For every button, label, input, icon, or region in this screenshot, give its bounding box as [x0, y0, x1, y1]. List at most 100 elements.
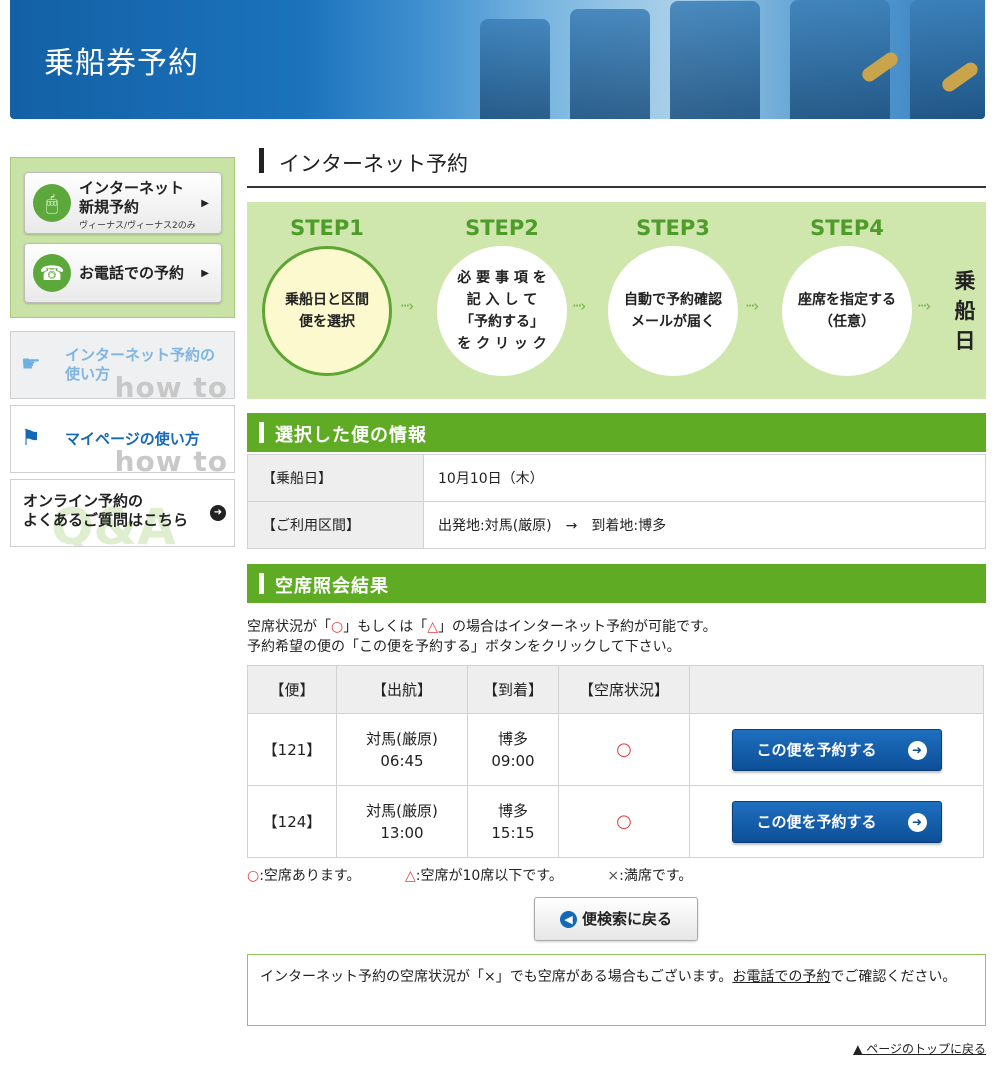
mouse-icon: 🖱	[33, 184, 71, 222]
reserve-flight-button[interactable]: この便を予約する ➜	[731, 728, 942, 771]
table-row: 【121】 対馬(厳原) 06:45 博多 09:00 ○ この便を予約する ➜	[247, 713, 984, 786]
step4-label: STEP4	[810, 216, 884, 240]
step2-text: 必 要 事 項 を	[457, 270, 547, 286]
page-title-banner: 乗船券予約	[44, 46, 199, 81]
availability-instructions: 空席状況が「○」もしくは「△」の場合はインターネット予約が可能です。 予約希望の…	[247, 617, 717, 657]
phone-icon: ☎	[33, 254, 71, 292]
dotted-arrow-icon: ···›	[917, 297, 931, 315]
table-row: 【124】 対馬(厳原) 13:00 博多 15:15 ○ この便を予約する ➜	[247, 785, 984, 858]
header-banner: 乗船券予約	[10, 0, 985, 119]
notice-text: でご確認ください。	[830, 969, 957, 985]
reserve-flight-button[interactable]: この便を予約する ➜	[731, 800, 942, 843]
reserve-button-label: この便を予約する	[756, 812, 877, 831]
arrival-cell: 博多 09:00	[467, 713, 559, 786]
cross-mark-icon: ×	[607, 868, 620, 884]
seat-decoration	[910, 0, 985, 119]
legend-circle: ○:空席あります。	[247, 868, 361, 884]
departure-time: 06:45	[380, 751, 424, 770]
table-row: 【乗船日】 10月10日（木）	[247, 454, 986, 502]
step2-label: STEP2	[465, 216, 539, 240]
boarding-day-char: 日	[954, 329, 976, 353]
header-bar-decoration	[259, 573, 264, 594]
selected-info-header: 選択した便の情報	[247, 413, 986, 452]
col-status-header: 【空席状況】	[558, 665, 690, 714]
step3-circle: 自動で予約確認 メールが届く	[608, 246, 738, 376]
notice-box: インターネット予約の空席状況が「×」でも空席がある場合もございます。お電話での予…	[247, 954, 986, 1026]
legend-text: :空席あります。	[259, 868, 361, 884]
arrow-right-circle-icon: ➜	[907, 812, 927, 832]
step1-text: 便を選択	[299, 314, 355, 330]
seat-decoration	[670, 1, 760, 119]
action-cell: この便を予約する ➜	[689, 713, 984, 786]
seat-decoration	[570, 9, 650, 119]
pointing-hand-icon: ☛	[21, 352, 41, 377]
faq-line1: オンライン予約の	[23, 492, 144, 510]
availability-status: ○	[558, 785, 690, 858]
phone-reservation-label: お電話での予約	[79, 264, 185, 282]
col-flight-header: 【便】	[247, 665, 337, 714]
faq-link[interactable]: Q&A オンライン予約の よくあるご質問はこちら ➜	[10, 479, 235, 547]
page-title: インターネット予約	[247, 140, 986, 188]
step2-text: を ク リ ッ ク	[457, 336, 547, 352]
reserve-button-label: この便を予約する	[756, 740, 877, 759]
boarding-day-char: 乗	[954, 269, 976, 293]
step1-circle: 乗船日と区間 便を選択	[262, 246, 392, 376]
instruction-text: 」の場合はインターネット予約が可能です。	[438, 619, 717, 635]
col-arrival-header: 【到着】	[467, 665, 559, 714]
departure-place: 対馬(厳原)	[366, 729, 438, 748]
howto-internet-link[interactable]: how to ☛ インターネット予約の 使い方	[10, 331, 235, 399]
step2-text: 「予約する」	[460, 314, 544, 330]
step4-circle: 座席を指定する （任意）	[782, 246, 912, 376]
boarding-date-label: 【乗船日】	[247, 454, 424, 502]
internet-new-reservation-button[interactable]: 🖱 インターネット 新規予約 ヴィーナス/ヴィーナス2のみ ▶	[24, 172, 222, 234]
instruction-line1: 空席状況が「○」もしくは「△」の場合はインターネット予約が可能です。	[247, 617, 717, 637]
arrival-place: 博多	[497, 729, 528, 748]
instruction-text: 」もしくは「	[343, 619, 428, 635]
triangle-right-icon: ▶	[201, 198, 209, 209]
action-cell: この便を予約する ➜	[689, 785, 984, 858]
legend-cross: ×:満席です。	[607, 868, 692, 884]
flight-number: 【121】	[247, 713, 337, 786]
step1-text: 乗船日と区間	[285, 292, 369, 308]
howto-mypage-link[interactable]: how to ⚑ マイページの使い方	[10, 405, 235, 473]
back-to-search-button[interactable]: ◀ 便検索に戻る	[534, 897, 698, 941]
arrow-right-circle-icon: ➜	[907, 740, 927, 760]
arrival-cell: 博多 15:15	[467, 785, 559, 858]
step2-circle: 必 要 事 項 を 記 入 し て 「予約する」 を ク リ ッ ク	[437, 246, 567, 376]
seat-decoration	[480, 19, 550, 119]
instruction-text: 空席状況が「	[247, 619, 331, 635]
boarding-day-char: 船	[954, 299, 976, 323]
selected-info-table: 【乗船日】 10月10日（木） 【ご利用区間】 出発地:対馬(厳原) → 到着地…	[247, 454, 986, 549]
internet-new-line2: 新規予約	[79, 198, 140, 216]
departure-cell: 対馬(厳原) 13:00	[336, 785, 468, 858]
boarding-date-value: 10月10日（木）	[423, 454, 986, 502]
step3-text: 自動で予約確認	[624, 292, 722, 308]
phone-reservation-button[interactable]: ☎ お電話での予約 ▶	[24, 243, 222, 303]
flag-icon: ⚑	[21, 426, 41, 451]
step4-text: （任意）	[819, 314, 875, 330]
triangle-mark-icon: △	[405, 868, 416, 884]
results-title: 空席照会結果	[275, 576, 389, 597]
arrival-time: 15:15	[491, 823, 535, 842]
page-top-link[interactable]: ▲ ページのトップに戻る	[853, 1040, 986, 1057]
internet-new-sub: ヴィーナス/ヴィーナス2のみ	[79, 221, 196, 231]
flight-number: 【124】	[247, 785, 337, 858]
table-header-row: 【便】 【出航】 【到着】 【空席状況】	[247, 665, 984, 714]
departure-time: 13:00	[380, 823, 424, 842]
howto-bg-text: how to	[114, 445, 228, 473]
departure-cell: 対馬(厳原) 06:45	[336, 713, 468, 786]
table-row: 【ご利用区間】 出発地:対馬(厳原) → 到着地:博多	[247, 501, 986, 549]
internet-new-line1: インターネット	[79, 179, 185, 197]
howto-mypage-label: マイページの使い方	[65, 430, 200, 448]
arrival-place: 博多	[497, 801, 528, 820]
legend-triangle: △:空席が10席以下です。	[405, 868, 563, 884]
departure-place: 対馬(厳原)	[366, 801, 438, 820]
circle-mark-icon: ○	[331, 619, 344, 635]
boarding-day-label: 乗 船 日	[952, 266, 978, 356]
instruction-line2: 予約希望の便の「この便を予約する」ボタンをクリックして下さい。	[247, 639, 681, 655]
faq-line2: よくあるご質問はこちら	[23, 511, 189, 529]
triangle-right-icon: ▶	[201, 268, 209, 279]
phone-reservation-link[interactable]: お電話での予約	[732, 969, 830, 985]
dotted-arrow-icon: ···›	[745, 297, 759, 315]
results-table: 【便】 【出航】 【到着】 【空席状況】 【121】 対馬(厳原) 06:45 博…	[247, 665, 984, 858]
